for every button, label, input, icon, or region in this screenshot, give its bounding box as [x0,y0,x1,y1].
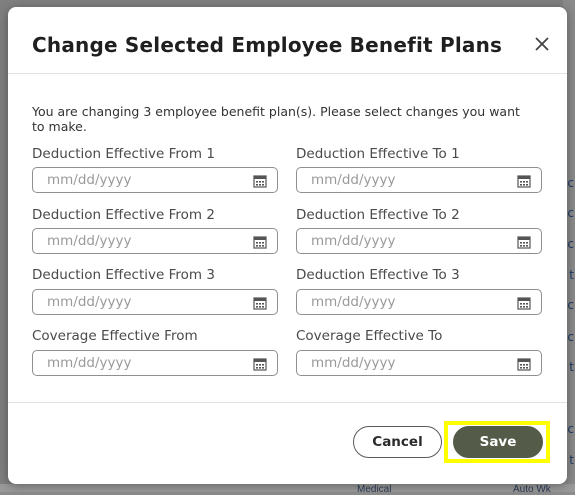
background-char: t [569,453,574,467]
calendar-icon[interactable] [517,174,531,188]
dialog-title: Change Selected Employee Benefit Plans [32,33,503,57]
background-char: t [569,360,574,374]
coverage-to-label: Coverage Effective To [296,328,443,344]
calendar-icon[interactable] [253,235,267,249]
background-char: t [569,268,574,282]
footer-divider [8,402,567,403]
deduction-to-2-field[interactable] [296,228,542,254]
background-text: Medical [357,484,392,495]
calendar-icon[interactable] [517,235,531,249]
save-highlight-box [444,421,550,463]
deduction-to-3-label: Deduction Effective To 3 [296,267,460,283]
calendar-icon[interactable] [517,296,531,310]
deduction-from-2-field[interactable] [32,228,278,254]
deduction-from-1-field[interactable] [32,167,278,193]
background-text: Auto Wk [513,484,551,495]
coverage-from-field[interactable] [32,350,278,376]
benefit-plans-dialog: Change Selected Employee Benefit Plans Y… [8,7,567,484]
deduction-to-3-field[interactable] [296,289,542,315]
deduction-to-3-input[interactable] [297,290,511,314]
coverage-from-label: Coverage Effective From [32,328,198,344]
deduction-from-2-label: Deduction Effective From 2 [32,207,215,223]
calendar-icon[interactable] [253,296,267,310]
cancel-button[interactable]: Cancel [353,426,442,458]
coverage-to-field[interactable] [296,350,542,376]
coverage-from-input[interactable] [33,351,247,375]
deduction-from-2-input[interactable] [33,229,247,253]
deduction-from-3-label: Deduction Effective From 3 [32,267,215,283]
deduction-to-1-field[interactable] [296,167,542,193]
background-char: c [567,237,574,251]
coverage-to-input[interactable] [297,351,511,375]
background-char: c [567,206,574,220]
deduction-from-3-input[interactable] [33,290,247,314]
deduction-from-1-label: Deduction Effective From 1 [32,146,215,162]
deduction-from-1-input[interactable] [33,168,247,192]
deduction-to-2-input[interactable] [297,229,511,253]
header-divider [8,73,567,74]
close-icon [531,33,553,55]
calendar-icon[interactable] [253,357,267,371]
background-char: c [567,330,574,344]
close-button[interactable] [531,33,553,55]
calendar-icon[interactable] [253,174,267,188]
deduction-from-3-field[interactable] [32,289,278,315]
background-char: c [567,176,574,190]
deduction-to-1-input[interactable] [297,168,511,192]
background-char: c [567,298,574,312]
background-bottom-row: Medical Auto Wk [0,484,575,495]
calendar-icon[interactable] [517,357,531,371]
deduction-to-2-label: Deduction Effective To 2 [296,207,460,223]
deduction-to-1-label: Deduction Effective To 1 [296,146,460,162]
background-char: c [567,422,574,436]
dialog-intro-text: You are changing 3 employee benefit plan… [32,104,520,134]
